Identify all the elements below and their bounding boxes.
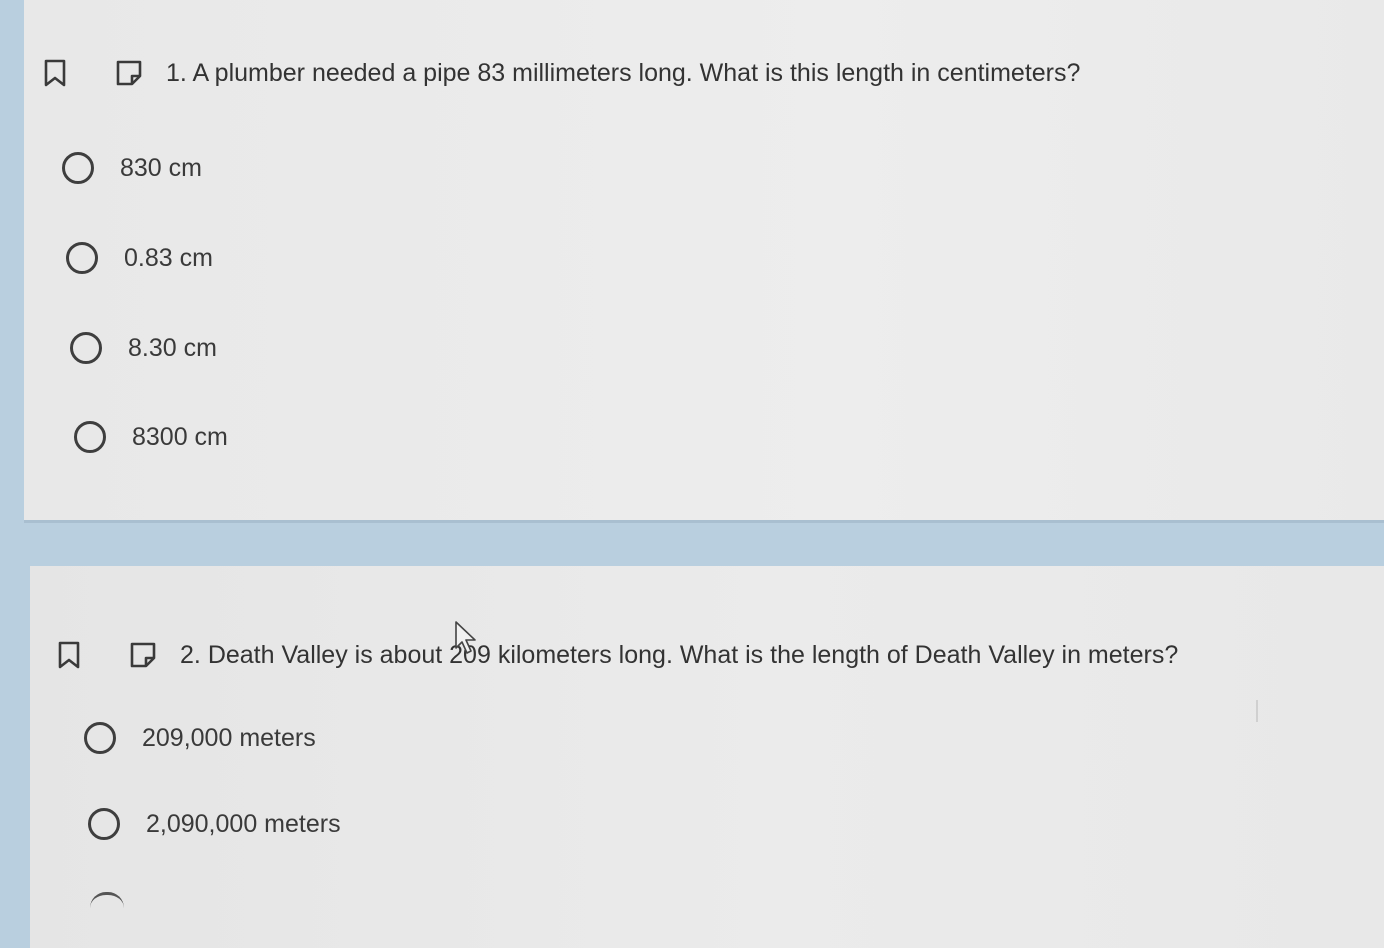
radio-button[interactable] (66, 242, 98, 274)
option-label: 8.30 cm (128, 333, 217, 362)
divider (1256, 700, 1258, 722)
note-icon[interactable] (114, 58, 144, 88)
option-label: 0.83 cm (124, 243, 213, 272)
question-2-header: 2. Death Valley is about 209 kilometers … (54, 640, 1178, 670)
question-1-option-2[interactable]: 0.83 cm (66, 242, 213, 274)
radio-button[interactable] (62, 152, 94, 184)
note-icon[interactable] (128, 640, 158, 670)
question-1-option-3[interactable]: 8.30 cm (70, 332, 217, 364)
question-1-option-4[interactable]: 8300 cm (74, 421, 228, 453)
option-label: 2,090,000 meters (146, 809, 341, 838)
question-1-text: 1. A plumber needed a pipe 83 millimeter… (166, 58, 1081, 87)
option-label: 8300 cm (132, 422, 228, 451)
option-label: 209,000 meters (142, 723, 316, 752)
question-2-text: 2. Death Valley is about 209 kilometers … (180, 640, 1179, 669)
bookmark-icon[interactable] (40, 58, 70, 88)
radio-button[interactable] (88, 808, 120, 840)
question-2-option-3-cropped[interactable] (90, 892, 124, 908)
mouse-cursor-icon (455, 621, 476, 654)
question-2-option-2[interactable]: 2,090,000 meters (88, 808, 341, 840)
bookmark-icon[interactable] (54, 640, 84, 670)
question-1-option-1[interactable]: 830 cm (62, 152, 202, 184)
radio-button[interactable] (74, 421, 106, 453)
question-2-option-1[interactable]: 209,000 meters (84, 722, 316, 754)
radio-button[interactable] (90, 892, 124, 908)
question-card-2 (30, 566, 1384, 948)
question-1-header: 1. A plumber needed a pipe 83 millimeter… (40, 58, 1080, 88)
radio-button[interactable] (70, 332, 102, 364)
option-label: 830 cm (120, 153, 202, 182)
radio-button[interactable] (84, 722, 116, 754)
